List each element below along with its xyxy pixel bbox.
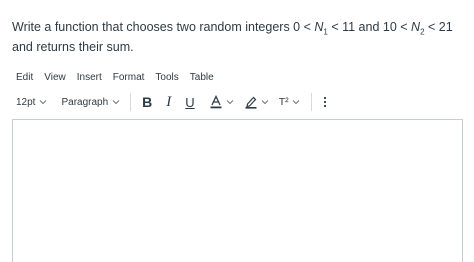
- chevron-down-icon: [40, 100, 47, 105]
- block-format-value: Paragraph: [61, 96, 109, 108]
- text-color-button[interactable]: [204, 92, 239, 112]
- bold-button[interactable]: B: [137, 92, 157, 112]
- question-text: Write a function that chooses two random…: [12, 17, 468, 57]
- superscript-button[interactable]: T²: [274, 92, 305, 112]
- chevron-down-icon: [261, 100, 269, 105]
- question-part-1: Write a function that chooses two random…: [12, 20, 315, 34]
- toolbar-separator: [310, 93, 312, 111]
- block-format-dropdown[interactable]: Paragraph: [57, 95, 124, 110]
- toolbar-separator: [130, 93, 132, 111]
- chevron-down-icon: [112, 100, 120, 105]
- page: Write a function that chooses two random…: [0, 0, 474, 262]
- menu-edit[interactable]: Edit: [12, 70, 37, 85]
- font-size-value: 12pt: [16, 96, 36, 108]
- menu-format[interactable]: Format: [109, 70, 149, 85]
- italic-icon: I: [166, 93, 172, 110]
- underline-button[interactable]: U: [180, 92, 199, 112]
- variable-n2: N: [411, 20, 421, 34]
- menu-insert[interactable]: Insert: [73, 70, 106, 85]
- question-part-2: < 11 and 10 <: [327, 20, 412, 34]
- menu-table[interactable]: Table: [186, 70, 218, 85]
- highlight-color-button[interactable]: [239, 92, 274, 112]
- menu-view[interactable]: View: [40, 70, 70, 85]
- text-color-icon: [210, 95, 222, 109]
- underline-icon: U: [185, 94, 195, 110]
- bold-icon: B: [142, 94, 153, 110]
- highlight-icon: [245, 96, 257, 109]
- chevron-down-icon: [226, 100, 234, 105]
- superscript-icon: T²: [278, 96, 289, 108]
- editor-text-area[interactable]: [12, 119, 463, 262]
- more-options-button[interactable]: [318, 92, 332, 112]
- editor-toolbar: 12pt Paragraph B I U T²: [12, 91, 332, 113]
- editor-menubar: Edit View Insert Format Tools Table: [12, 68, 221, 86]
- menu-tools[interactable]: Tools: [151, 70, 182, 85]
- font-size-dropdown[interactable]: 12pt: [12, 95, 51, 110]
- italic-button[interactable]: I: [161, 92, 176, 112]
- more-options-icon: [323, 96, 326, 108]
- chevron-down-icon: [292, 100, 299, 105]
